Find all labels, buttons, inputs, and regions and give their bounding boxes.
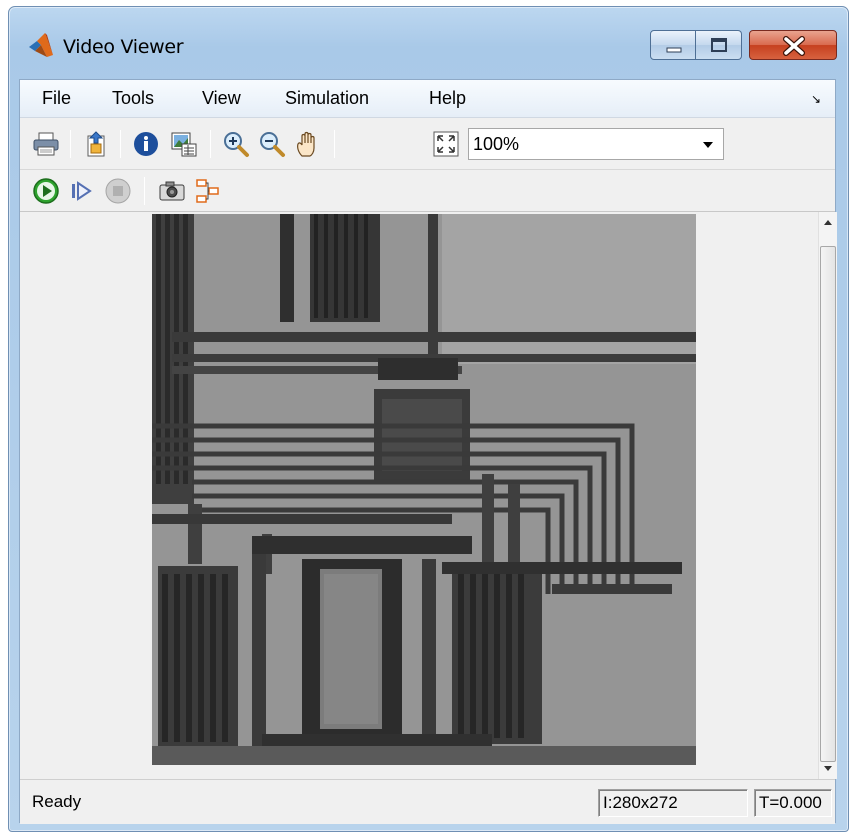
matlab-icon	[29, 33, 53, 57]
maximize-button[interactable]	[696, 30, 742, 60]
fit-to-window-icon[interactable]	[432, 130, 460, 158]
scroll-down-icon[interactable]	[820, 759, 836, 777]
snapshot-icon[interactable]	[158, 177, 186, 205]
scrollbar-thumb[interactable]	[820, 246, 836, 762]
highlight-model-icon[interactable]	[194, 177, 222, 205]
toolbar-separator	[144, 177, 145, 205]
print-icon[interactable]	[32, 130, 60, 158]
play-icon[interactable]	[32, 177, 60, 205]
main-toolbar: 100%	[20, 118, 835, 170]
menu-view[interactable]: View	[202, 88, 241, 109]
maximize-icon	[711, 38, 727, 52]
zoom-out-icon[interactable]	[258, 130, 286, 158]
image-properties-icon[interactable]	[170, 130, 198, 158]
toolbar-separator	[210, 130, 211, 158]
display-area	[20, 212, 818, 779]
status-dimensions: I:280x272	[598, 789, 748, 817]
window-title: Video Viewer	[63, 36, 184, 58]
status-time: T=0.000	[754, 789, 832, 817]
zoom-select[interactable]: 100%	[468, 128, 724, 160]
playback-toolbar	[20, 170, 835, 212]
chevron-down-icon[interactable]	[703, 142, 713, 148]
menu-simulation[interactable]: Simulation	[285, 88, 369, 109]
close-icon	[783, 36, 805, 56]
menu-file[interactable]: File	[42, 88, 71, 109]
zoom-value: 100%	[473, 134, 520, 154]
toolbar-separator	[334, 130, 335, 158]
step-forward-icon[interactable]	[68, 177, 96, 205]
status-ready-text: Ready	[32, 792, 82, 811]
menu-tools[interactable]: Tools	[112, 88, 154, 109]
close-button[interactable]	[749, 30, 837, 60]
minimize-button[interactable]	[650, 30, 696, 60]
menu-bar: File Tools View Simulation Help ↘	[20, 80, 835, 118]
info-icon[interactable]	[132, 130, 160, 158]
minimize-icon	[666, 47, 682, 53]
scroll-up-icon[interactable]	[820, 214, 836, 232]
export-icon[interactable]	[82, 130, 110, 158]
title-bar[interactable]: Video Viewer	[9, 7, 848, 79]
stop-icon[interactable]	[104, 177, 132, 205]
vertical-scrollbar[interactable]	[818, 212, 837, 779]
zoom-in-icon[interactable]	[222, 130, 250, 158]
toolbar-separator	[70, 130, 71, 158]
status-bar: Ready I:280x272 T=0.000	[20, 779, 835, 824]
video-frame[interactable]	[152, 214, 696, 765]
video-image	[152, 214, 696, 765]
client-area: File Tools View Simulation Help ↘ 100% R…	[19, 79, 837, 824]
pan-hand-icon[interactable]	[294, 130, 322, 158]
menu-overflow-arrow[interactable]: ↘	[811, 92, 821, 106]
toolbar-separator	[120, 130, 121, 158]
menu-help[interactable]: Help	[429, 88, 466, 109]
video-viewer-window: Video Viewer File Tools View Simulation	[8, 6, 849, 832]
